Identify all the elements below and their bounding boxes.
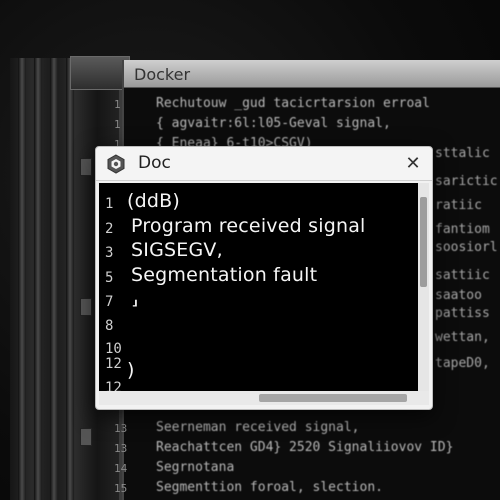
horizontal-scroll-thumb[interactable] bbox=[259, 394, 407, 402]
dialog-title: Doc bbox=[138, 153, 171, 173]
close-icon[interactable]: ✕ bbox=[402, 153, 424, 175]
bg-line-number: 1 bbox=[114, 98, 121, 111]
background-titlebar: Docker bbox=[124, 60, 500, 88]
bg-code-line: Rechutouw _gud tacicrtarsion erroal bbox=[156, 96, 430, 111]
bg-right-fragment: sattiic bbox=[435, 268, 490, 283]
code-line: Segmentation fault bbox=[131, 264, 318, 286]
vertical-scrollbar[interactable] bbox=[418, 183, 429, 391]
bg-right-fragment: pattiss bbox=[435, 306, 490, 321]
line-number: 5 bbox=[105, 270, 114, 286]
bg-right-fragment: sarictic bbox=[435, 174, 498, 189]
line-number: 1 bbox=[105, 196, 114, 212]
bg-line-number: 1 bbox=[114, 118, 121, 131]
bg-code-line: Seerneman received signal, bbox=[156, 420, 360, 435]
bg-line-number: 13 bbox=[114, 442, 128, 455]
code-line: (ddB) bbox=[127, 190, 180, 212]
code-line: ⸥ bbox=[131, 287, 139, 309]
line-number: 8 bbox=[105, 318, 114, 334]
container-corner-block bbox=[70, 56, 130, 90]
code-editor[interactable]: 1 2 3 5 7 8 10 12 12 (ddB) Program recei… bbox=[99, 183, 429, 396]
bg-code-line: Segrnotana bbox=[156, 460, 235, 475]
bg-right-fragment: sttalic bbox=[435, 146, 490, 161]
code-line: ) bbox=[127, 359, 135, 381]
dialog-titlebar[interactable]: Doc ✕ bbox=[96, 147, 432, 181]
debug-dialog-window[interactable]: Doc ✕ 1 2 3 5 7 8 10 12 12 (ddB) Program… bbox=[95, 146, 433, 410]
bg-code-line: Segmenttion foroal, slection. bbox=[156, 480, 383, 495]
background-window-title: Docker bbox=[134, 65, 191, 84]
docker-hex-icon bbox=[106, 154, 126, 174]
bg-line-number: 14 bbox=[114, 462, 128, 475]
bg-right-fragment: ratiic bbox=[435, 198, 482, 213]
line-number: 10 bbox=[105, 341, 122, 357]
vertical-scroll-thumb[interactable] bbox=[420, 197, 427, 287]
bg-right-fragment: saatoo bbox=[435, 288, 482, 303]
horizontal-scrollbar[interactable] bbox=[99, 391, 429, 405]
bg-line-number: 15 bbox=[114, 482, 128, 495]
bg-code-line: { agvaitr:6l:l05-Geval signal, bbox=[156, 116, 391, 131]
code-line: Program received signal bbox=[131, 215, 366, 237]
bg-line-number: 13 bbox=[114, 422, 128, 435]
line-number: 12 bbox=[105, 356, 122, 372]
line-number: 2 bbox=[105, 221, 114, 237]
line-number: 7 bbox=[105, 294, 114, 310]
bg-right-fragment: tapeD0, bbox=[435, 356, 490, 371]
bg-code-line: Reachattcen GD4} 2520 Signaliiovov ID} bbox=[156, 440, 454, 455]
line-number: 3 bbox=[105, 245, 114, 261]
code-line: SIGSEGV, bbox=[131, 239, 223, 261]
bg-right-fragment: wettan, bbox=[435, 330, 490, 345]
bg-right-fragment: soosiorl bbox=[435, 240, 498, 255]
bg-right-fragment: fantiom bbox=[435, 222, 490, 237]
